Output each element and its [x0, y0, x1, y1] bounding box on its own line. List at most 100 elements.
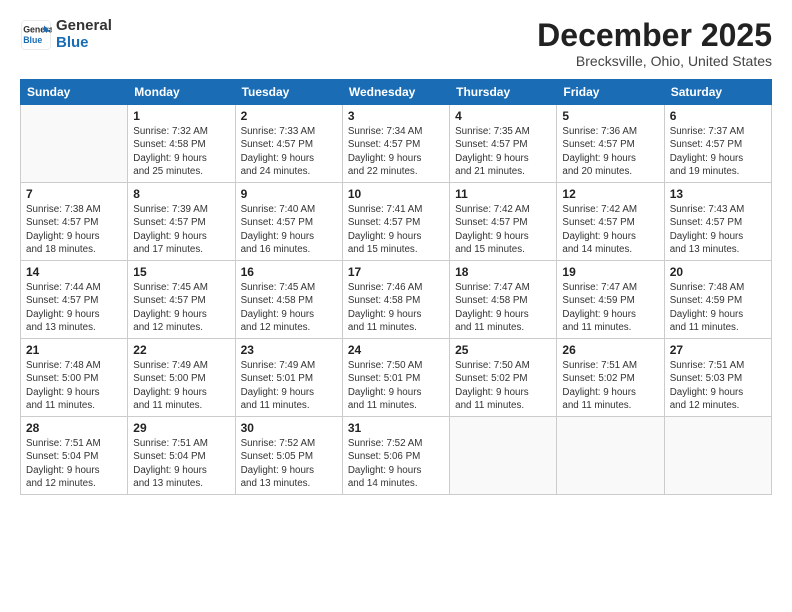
calendar-header: Sunday Monday Tuesday Wednesday Thursday… [21, 80, 772, 105]
calendar-cell [664, 417, 771, 495]
day-info: Sunrise: 7:48 AMSunset: 4:59 PMDaylight:… [670, 281, 766, 334]
day-number: 17 [348, 265, 444, 279]
day-info: Sunrise: 7:52 AMSunset: 5:06 PMDaylight:… [348, 437, 444, 490]
day-number: 7 [26, 187, 122, 201]
day-info: Sunrise: 7:51 AMSunset: 5:03 PMDaylight:… [670, 359, 766, 412]
day-info: Sunrise: 7:46 AMSunset: 4:58 PMDaylight:… [348, 281, 444, 334]
day-info: Sunrise: 7:39 AMSunset: 4:57 PMDaylight:… [133, 203, 229, 256]
day-number: 5 [562, 109, 658, 123]
day-info: Sunrise: 7:33 AMSunset: 4:57 PMDaylight:… [241, 125, 337, 178]
day-number: 10 [348, 187, 444, 201]
calendar-cell: 18 Sunrise: 7:47 AMSunset: 4:58 PMDayligh… [450, 261, 557, 339]
calendar-cell: 9Sunrise: 7:40 AMSunset: 4:57 PMDaylight… [235, 183, 342, 261]
day-info: Sunrise: 7:44 AMSunset: 4:57 PMDaylight:… [26, 281, 122, 334]
logo-general-text: General [56, 18, 112, 35]
day-number: 14 [26, 265, 122, 279]
calendar-cell: 29 Sunrise: 7:51 AMSunset: 5:04 PMDayligh… [128, 417, 235, 495]
day-info: Sunrise: 7:35 AMSunset: 4:57 PMDaylight:… [455, 125, 551, 178]
calendar-cell: 23 Sunrise: 7:49 AMSunset: 5:01 PMDayligh… [235, 339, 342, 417]
day-info: Sunrise: 7:34 AMSunset: 4:57 PMDaylight:… [348, 125, 444, 178]
page: General Blue General Blue December 2025 … [0, 0, 792, 612]
day-number: 26 [562, 343, 658, 357]
logo-text: General Blue [56, 18, 112, 51]
day-info: Sunrise: 7:45 AMSunset: 4:57 PMDaylight:… [133, 281, 229, 334]
day-number: 18 [455, 265, 551, 279]
header-thursday: Thursday [450, 80, 557, 105]
day-info: Sunrise: 7:50 AMSunset: 5:01 PMDaylight:… [348, 359, 444, 412]
calendar-cell [450, 417, 557, 495]
svg-text:Blue: Blue [23, 35, 42, 45]
calendar-cell: 19 Sunrise: 7:47 AMSunset: 4:59 PMDayligh… [557, 261, 664, 339]
day-number: 12 [562, 187, 658, 201]
calendar-cell: 20Sunrise: 7:48 AMSunset: 4:59 PMDayligh… [664, 261, 771, 339]
calendar-cell: 25Sunrise: 7:50 AMSunset: 5:02 PMDayligh… [450, 339, 557, 417]
logo: General Blue General Blue [20, 18, 112, 51]
day-info: Sunrise: 7:45 AMSunset: 4:58 PMDaylight:… [241, 281, 337, 334]
calendar-cell: 17 Sunrise: 7:46 AMSunset: 4:58 PMDayligh… [342, 261, 449, 339]
calendar-cell: 5 Sunrise: 7:36 AMSunset: 4:57 PMDaylight… [557, 105, 664, 183]
day-number: 13 [670, 187, 766, 201]
calendar-cell: 8Sunrise: 7:39 AMSunset: 4:57 PMDaylight… [128, 183, 235, 261]
calendar-cell: 1 Sunrise: 7:32 AMSunset: 4:58 PMDaylight… [128, 105, 235, 183]
logo-icon: General Blue [20, 19, 52, 51]
day-info: Sunrise: 7:51 AMSunset: 5:02 PMDaylight:… [562, 359, 658, 412]
day-number: 9 [241, 187, 337, 201]
day-number: 4 [455, 109, 551, 123]
calendar-cell: 7 Sunrise: 7:38 AMSunset: 4:57 PMDaylight… [21, 183, 128, 261]
day-number: 2 [241, 109, 337, 123]
calendar-cell: 28Sunrise: 7:51 AMSunset: 5:04 PMDayligh… [21, 417, 128, 495]
calendar-cell: 30 Sunrise: 7:52 AMSunset: 5:05 PMDayligh… [235, 417, 342, 495]
day-info: Sunrise: 7:37 AMSunset: 4:57 PMDaylight:… [670, 125, 766, 178]
calendar-cell: 21Sunrise: 7:48 AMSunset: 5:00 PMDayligh… [21, 339, 128, 417]
day-number: 30 [241, 421, 337, 435]
day-number: 16 [241, 265, 337, 279]
day-info: Sunrise: 7:38 AMSunset: 4:57 PMDaylight:… [26, 203, 122, 256]
day-number: 6 [670, 109, 766, 123]
calendar-cell [21, 105, 128, 183]
calendar-cell: 3Sunrise: 7:34 AMSunset: 4:57 PMDaylight… [342, 105, 449, 183]
header: General Blue General Blue December 2025 … [20, 18, 772, 69]
calendar-cell [557, 417, 664, 495]
calendar-body: 1 Sunrise: 7:32 AMSunset: 4:58 PMDaylight… [21, 105, 772, 495]
day-info: Sunrise: 7:49 AMSunset: 5:00 PMDaylight:… [133, 359, 229, 412]
day-info: Sunrise: 7:42 AMSunset: 4:57 PMDaylight:… [455, 203, 551, 256]
calendar-cell: 14 Sunrise: 7:44 AMSunset: 4:57 PMDayligh… [21, 261, 128, 339]
calendar-week-1: 1 Sunrise: 7:32 AMSunset: 4:58 PMDaylight… [21, 105, 772, 183]
calendar-cell: 12Sunrise: 7:42 AMSunset: 4:57 PMDayligh… [557, 183, 664, 261]
day-info: Sunrise: 7:41 AMSunset: 4:57 PMDaylight:… [348, 203, 444, 256]
calendar-cell: 16 Sunrise: 7:45 AMSunset: 4:58 PMDayligh… [235, 261, 342, 339]
calendar-week-5: 28Sunrise: 7:51 AMSunset: 5:04 PMDayligh… [21, 417, 772, 495]
day-info: Sunrise: 7:51 AMSunset: 5:04 PMDaylight:… [26, 437, 122, 490]
day-info: Sunrise: 7:49 AMSunset: 5:01 PMDaylight:… [241, 359, 337, 412]
calendar-cell: 26 Sunrise: 7:51 AMSunset: 5:02 PMDayligh… [557, 339, 664, 417]
header-tuesday: Tuesday [235, 80, 342, 105]
calendar-table: Sunday Monday Tuesday Wednesday Thursday… [20, 79, 772, 495]
day-number: 11 [455, 187, 551, 201]
day-number: 1 [133, 109, 229, 123]
day-info: Sunrise: 7:51 AMSunset: 5:04 PMDaylight:… [133, 437, 229, 490]
day-info: Sunrise: 7:36 AMSunset: 4:57 PMDaylight:… [562, 125, 658, 178]
calendar-cell: 22 Sunrise: 7:49 AMSunset: 5:00 PMDayligh… [128, 339, 235, 417]
calendar-cell: 10 Sunrise: 7:41 AMSunset: 4:57 PMDayligh… [342, 183, 449, 261]
calendar-cell: 27 Sunrise: 7:51 AMSunset: 5:03 PMDayligh… [664, 339, 771, 417]
calendar-cell: 11 Sunrise: 7:42 AMSunset: 4:57 PMDayligh… [450, 183, 557, 261]
day-number: 29 [133, 421, 229, 435]
day-number: 22 [133, 343, 229, 357]
calendar-cell: 6 Sunrise: 7:37 AMSunset: 4:57 PMDaylight… [664, 105, 771, 183]
day-info: Sunrise: 7:47 AMSunset: 4:59 PMDaylight:… [562, 281, 658, 334]
day-info: Sunrise: 7:47 AMSunset: 4:58 PMDaylight:… [455, 281, 551, 334]
header-friday: Friday [557, 80, 664, 105]
calendar-cell: 15 Sunrise: 7:45 AMSunset: 4:57 PMDayligh… [128, 261, 235, 339]
day-info: Sunrise: 7:43 AMSunset: 4:57 PMDaylight:… [670, 203, 766, 256]
calendar-cell: 24Sunrise: 7:50 AMSunset: 5:01 PMDayligh… [342, 339, 449, 417]
day-info: Sunrise: 7:32 AMSunset: 4:58 PMDaylight:… [133, 125, 229, 178]
day-info: Sunrise: 7:50 AMSunset: 5:02 PMDaylight:… [455, 359, 551, 412]
day-number: 15 [133, 265, 229, 279]
header-sunday: Sunday [21, 80, 128, 105]
day-info: Sunrise: 7:52 AMSunset: 5:05 PMDaylight:… [241, 437, 337, 490]
day-number: 27 [670, 343, 766, 357]
header-monday: Monday [128, 80, 235, 105]
month-title: December 2025 [537, 18, 772, 53]
day-number: 23 [241, 343, 337, 357]
day-number: 19 [562, 265, 658, 279]
